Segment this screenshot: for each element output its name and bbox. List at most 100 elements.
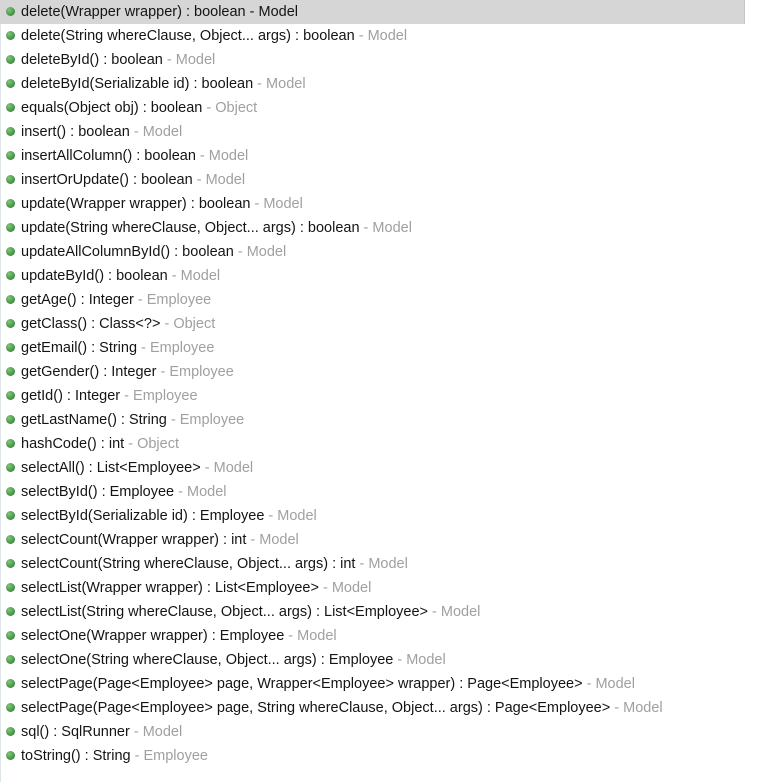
proposal-row[interactable]: updateAllColumnById() : boolean - Model bbox=[0, 240, 761, 264]
public-method-icon bbox=[6, 246, 15, 256]
proposal-row[interactable]: update(String whereClause, Object... arg… bbox=[0, 216, 761, 240]
proposal-row[interactable]: deleteById() : boolean - Model bbox=[0, 48, 761, 72]
public-method-icon bbox=[6, 414, 15, 424]
proposal-declaring-type-name: Model bbox=[372, 220, 412, 236]
proposal-declaring-type: - Employee bbox=[120, 388, 198, 404]
proposal-declaring-type-name: Model bbox=[142, 124, 183, 140]
public-method-icon bbox=[6, 750, 15, 760]
code-completion-popup[interactable]: delete(Wrapper wrapper) : boolean - Mode… bbox=[0, 0, 761, 782]
proposal-row[interactable]: getAge() : Integer - Employee bbox=[0, 288, 761, 312]
proposal-declaring-type: - Employee bbox=[130, 748, 208, 764]
proposal-declaring-type: - Employee bbox=[133, 292, 212, 308]
proposal-signature: selectPage(Page<Employee> page, Wrapper<… bbox=[21, 676, 583, 692]
proposal-row[interactable]: selectAll() : List<Employee> - Model bbox=[0, 456, 761, 480]
proposal-row[interactable]: selectOne(Wrapper wrapper) : Employee - … bbox=[0, 624, 761, 648]
proposal-declaring-type: - Employee bbox=[137, 340, 215, 356]
proposal-row[interactable]: equals(Object obj) : boolean - Object bbox=[0, 96, 761, 120]
proposal-row[interactable]: selectById() : Employee - Model bbox=[0, 480, 761, 504]
proposal-row[interactable]: getClass() : Class<?> - Object bbox=[0, 312, 761, 336]
public-method-icon bbox=[6, 30, 15, 40]
proposal-row[interactable] bbox=[0, 768, 761, 771]
proposal-signature: delete(Wrapper wrapper) : boolean bbox=[21, 4, 246, 20]
completion-proposal-list[interactable]: delete(Wrapper wrapper) : boolean - Mode… bbox=[0, 0, 761, 771]
proposal-declaring-type: - Model bbox=[233, 244, 287, 260]
proposal-signature: selectPage(Page<Employee> page, String w… bbox=[21, 700, 611, 716]
proposal-declaring-type: - Model bbox=[246, 532, 299, 548]
proposal-row[interactable]: insertOrUpdate() : boolean - Model bbox=[0, 168, 761, 192]
proposal-declaring-type-name: Model bbox=[205, 172, 246, 188]
proposal-declaring-type-name: Model bbox=[259, 532, 299, 548]
proposal-row[interactable]: insertAllColumn() : boolean - Model bbox=[0, 144, 761, 168]
proposal-declaring-type-name: Model bbox=[277, 508, 317, 524]
public-method-icon bbox=[6, 318, 15, 328]
proposal-declaring-type-name: Object bbox=[215, 100, 258, 116]
proposal-row[interactable]: selectList(Wrapper wrapper) : List<Emplo… bbox=[0, 576, 761, 600]
public-method-icon bbox=[6, 174, 15, 184]
proposal-declaring-type-name: Model bbox=[187, 484, 227, 500]
proposal-signature: update(String whereClause, Object... arg… bbox=[21, 220, 360, 236]
proposal-signature: getAge() : Integer bbox=[21, 292, 134, 308]
proposal-signature: selectById(Serializable id) : Employee bbox=[21, 508, 265, 524]
proposal-declaring-type-name: Employee bbox=[143, 748, 208, 764]
proposal-declaring-type-name: Employee bbox=[179, 412, 245, 428]
proposal-row[interactable]: selectList(String whereClause, Object...… bbox=[0, 600, 761, 624]
proposal-row[interactable]: getId() : Integer - Employee bbox=[0, 384, 761, 408]
proposal-signature: getClass() : Class<?> bbox=[21, 316, 161, 332]
proposal-declaring-type-name: Model bbox=[180, 268, 221, 284]
proposal-row[interactable]: getLastName() : String - Employee bbox=[0, 408, 761, 432]
proposal-row[interactable]: selectCount(String whereClause, Object..… bbox=[0, 552, 761, 576]
proposal-row[interactable]: selectCount(Wrapper wrapper) : int - Mod… bbox=[0, 528, 761, 552]
proposal-row[interactable]: toString() : String - Employee bbox=[0, 744, 761, 768]
public-method-icon bbox=[6, 102, 15, 112]
proposal-declaring-type: - Model bbox=[250, 196, 303, 212]
public-method-icon bbox=[6, 462, 15, 472]
public-method-icon bbox=[6, 654, 15, 664]
proposal-row[interactable]: getGender() : Integer - Employee bbox=[0, 360, 761, 384]
proposal-declaring-type: - Model bbox=[427, 604, 481, 620]
proposal-declaring-type-name: Model bbox=[368, 556, 408, 572]
public-method-icon bbox=[6, 726, 15, 736]
proposal-row[interactable]: updateById() : boolean - Model bbox=[0, 264, 761, 288]
proposal-signature: selectById() : Employee bbox=[21, 484, 175, 500]
public-method-icon bbox=[6, 270, 15, 280]
proposal-declaring-type: - Model bbox=[200, 460, 254, 476]
public-method-icon bbox=[6, 126, 15, 136]
proposal-declaring-type: - Model bbox=[129, 724, 183, 740]
proposal-row[interactable]: selectPage(Page<Employee> page, String w… bbox=[0, 696, 761, 720]
proposal-signature: deleteById(Serializable id) : boolean bbox=[21, 76, 254, 92]
proposal-signature: updateAllColumnById() : boolean bbox=[21, 244, 234, 260]
proposal-row[interactable]: hashCode() : int - Object bbox=[0, 432, 761, 456]
proposal-declaring-type: - Employee bbox=[156, 364, 234, 380]
proposal-row[interactable]: deleteById(Serializable id) : boolean - … bbox=[0, 72, 761, 96]
proposal-declaring-type-name: Employee bbox=[146, 292, 212, 308]
public-method-icon bbox=[6, 6, 15, 16]
proposal-signature: getGender() : Integer bbox=[21, 364, 157, 380]
proposal-row[interactable]: getEmail() : String - Employee bbox=[0, 336, 761, 360]
public-method-icon bbox=[6, 582, 15, 592]
proposal-declaring-type-name: Model bbox=[213, 460, 254, 476]
proposal-declaring-type: - Model bbox=[393, 652, 446, 668]
public-method-icon bbox=[6, 222, 15, 232]
proposal-declaring-type-name: Model bbox=[246, 244, 287, 260]
proposal-declaring-type-name: Employee bbox=[169, 364, 234, 380]
proposal-row[interactable]: delete(String whereClause, Object... arg… bbox=[0, 24, 761, 48]
proposal-signature: equals(Object obj) : boolean bbox=[21, 100, 203, 116]
proposal-signature: delete(String whereClause, Object... arg… bbox=[21, 28, 355, 44]
proposal-row[interactable]: selectById(Serializable id) : Employee -… bbox=[0, 504, 761, 528]
public-method-icon bbox=[6, 702, 15, 712]
public-method-icon bbox=[6, 54, 15, 64]
proposal-signature: selectList(Wrapper wrapper) : List<Emplo… bbox=[21, 580, 319, 596]
proposal-row[interactable]: update(Wrapper wrapper) : boolean - Mode… bbox=[0, 192, 761, 216]
proposal-row[interactable]: sql() : SqlRunner - Model bbox=[0, 720, 761, 744]
proposal-row[interactable]: insert() : boolean - Model bbox=[0, 120, 761, 144]
proposal-declaring-type: - Model bbox=[264, 508, 317, 524]
public-method-icon bbox=[6, 366, 15, 376]
proposal-signature: selectList(String whereClause, Object...… bbox=[21, 604, 428, 620]
proposal-row[interactable]: selectPage(Page<Employee> page, Wrapper<… bbox=[0, 672, 761, 696]
proposal-row[interactable]: selectOne(String whereClause, Object... … bbox=[0, 648, 761, 672]
proposal-signature: update(Wrapper wrapper) : boolean bbox=[21, 196, 251, 212]
proposal-declaring-type: - Model bbox=[162, 52, 216, 68]
proposal-signature: getLastName() : String bbox=[21, 412, 167, 428]
public-method-icon bbox=[6, 294, 15, 304]
proposal-row[interactable]: delete(Wrapper wrapper) : boolean - Mode… bbox=[0, 0, 761, 24]
